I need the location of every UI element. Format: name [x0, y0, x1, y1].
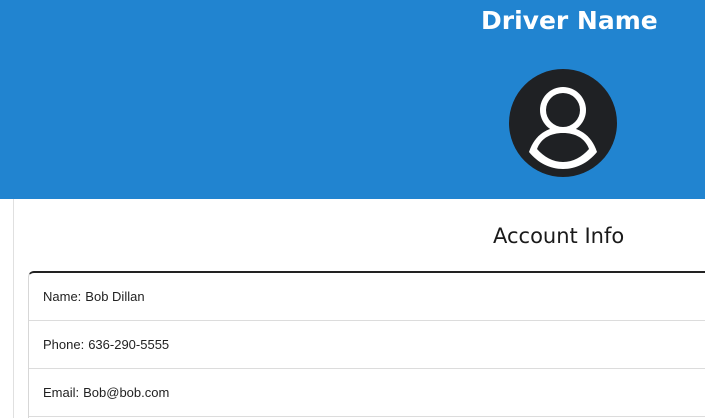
- phone-label: Phone:: [43, 337, 85, 352]
- account-info-heading: Account Info: [493, 224, 625, 248]
- account-content: Account Info Name: Bob Dillan Phone: 636…: [0, 199, 705, 418]
- name-label: Name:: [43, 289, 82, 304]
- name-row: Name: Bob Dillan: [29, 273, 705, 321]
- name-value: Bob Dillan: [85, 289, 145, 304]
- email-value: Bob@bob.com: [83, 385, 170, 400]
- email-label: Email:: [43, 385, 80, 400]
- account-info-card: Name: Bob Dillan Phone: 636-290-5555 Ema…: [28, 271, 705, 418]
- user-circle-icon: [509, 69, 617, 177]
- phone-row: Phone: 636-290-5555: [29, 321, 705, 369]
- email-row: Email: Bob@bob.com: [29, 369, 705, 417]
- driver-profile-page: Driver Name Account Info Name: Bob Dilla…: [0, 0, 705, 418]
- driver-name-heading: Driver Name: [481, 6, 658, 35]
- left-divider: [13, 199, 14, 418]
- phone-value: 636-290-5555: [88, 337, 170, 352]
- profile-header: Driver Name: [0, 0, 705, 199]
